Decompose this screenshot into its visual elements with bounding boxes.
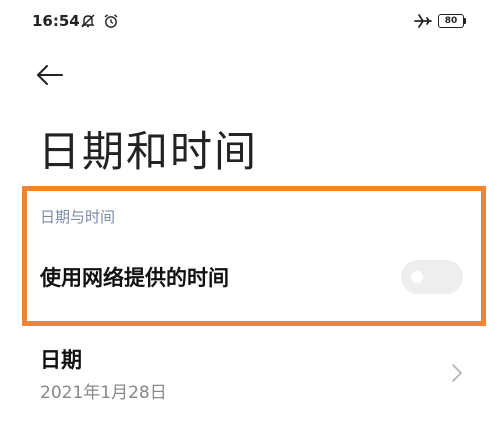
- back-button[interactable]: [34, 58, 74, 92]
- battery-icon: 80: [438, 14, 464, 28]
- toggle-knob: [411, 271, 423, 283]
- date-label: 日期: [40, 348, 82, 372]
- date-setting-row[interactable]: 日期 2021年1月28日: [0, 336, 500, 412]
- network-time-toggle[interactable]: [401, 260, 463, 294]
- battery-tip: [464, 18, 466, 24]
- battery-level: 80: [444, 16, 458, 26]
- page-title: 日期和时间: [38, 127, 259, 176]
- date-value: 2021年1月28日: [40, 383, 167, 403]
- mute-icon: [80, 13, 96, 29]
- network-time-label: 使用网络提供的时间: [40, 266, 229, 290]
- alarm-icon: [103, 13, 119, 29]
- chevron-right-icon: [450, 362, 464, 388]
- status-time: 16:54: [32, 12, 80, 30]
- back-arrow-icon: [34, 59, 74, 91]
- status-bar: 16:54 80: [0, 0, 500, 46]
- airplane-icon: [414, 13, 432, 29]
- section-header: 日期与时间: [40, 208, 116, 226]
